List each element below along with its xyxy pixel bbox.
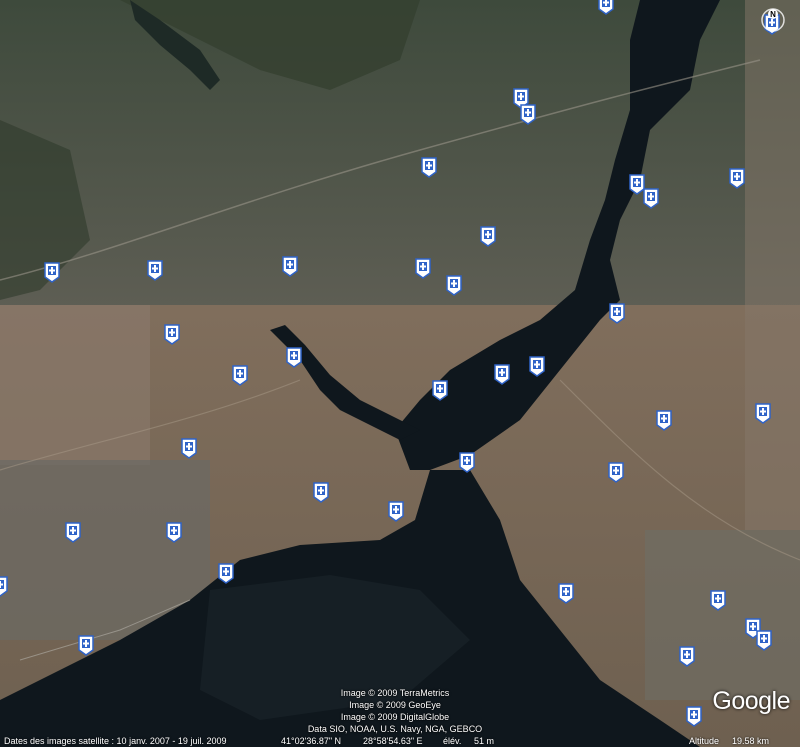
placemark-hospital[interactable]	[607, 302, 627, 324]
hospital-placemark-icon	[459, 452, 475, 473]
hospital-placemark-icon	[656, 410, 672, 431]
placemark-hospital[interactable]	[654, 409, 674, 431]
placemark-hospital[interactable]	[596, 0, 616, 15]
placemark-hospital[interactable]	[311, 481, 331, 503]
hospital-placemark-icon	[147, 260, 163, 281]
placemark-hospital[interactable]	[677, 645, 697, 667]
imagery-dates: Dates des images satellite : 10 janv. 20…	[4, 736, 227, 746]
placemark-hospital[interactable]	[444, 274, 464, 296]
hospital-placemark-icon	[609, 303, 625, 324]
placemark-hospital[interactable]	[478, 225, 498, 247]
placemark-hospital[interactable]	[284, 346, 304, 368]
hospital-placemark-icon	[181, 438, 197, 459]
placemark-hospital[interactable]	[457, 451, 477, 473]
satellite-map[interactable]: N Image © 2009 TerraMetrics Image © 2009…	[0, 0, 800, 747]
imagery-attribution: Image © 2009 TerraMetrics Image © 2009 G…	[230, 687, 560, 735]
hospital-placemark-icon	[529, 356, 545, 377]
hospital-placemark-icon	[44, 262, 60, 283]
hospital-placemark-icon	[313, 482, 329, 503]
hospital-placemark-icon	[388, 501, 404, 522]
hospital-placemark-icon	[755, 403, 771, 424]
placemark-hospital[interactable]	[145, 259, 165, 281]
hospital-placemark-icon	[686, 706, 702, 727]
north-compass-button[interactable]: N	[758, 5, 788, 35]
hospital-placemark-icon	[729, 168, 745, 189]
hospital-placemark-icon	[446, 275, 462, 296]
placemark-hospital[interactable]	[230, 364, 250, 386]
hospital-placemark-icon	[432, 380, 448, 401]
placemark-hospital[interactable]	[492, 363, 512, 385]
compass-label: N	[770, 10, 776, 19]
placemark-hospital[interactable]	[556, 582, 576, 604]
placemark-hospital[interactable]	[727, 167, 747, 189]
compass-icon: N	[761, 8, 785, 32]
hospital-placemark-icon	[494, 364, 510, 385]
attribution-line: Image © 2009 TerraMetrics	[340, 688, 450, 698]
status-bar: Dates des images satellite : 10 janv. 20…	[0, 735, 800, 747]
attribution-line: Image © 2009 GeoEye	[349, 700, 441, 710]
altitude-value: 19.58 km	[732, 736, 770, 746]
hospital-placemark-icon	[166, 522, 182, 543]
latitude-readout: 41°02'36.87" N	[281, 736, 342, 746]
hospital-placemark-icon	[598, 0, 614, 15]
placemark-hospital[interactable]	[527, 355, 547, 377]
hospital-placemark-icon	[608, 462, 624, 483]
placemark-hospital[interactable]	[606, 461, 626, 483]
hospital-placemark-icon	[520, 104, 536, 125]
placemark-hospital[interactable]	[280, 255, 300, 277]
attribution-line: Data SIO, NOAA, U.S. Navy, NGA, GEBCO	[307, 724, 483, 734]
placemark-hospital[interactable]	[0, 575, 10, 597]
elevation-value: 51 m	[474, 736, 495, 746]
hospital-placemark-icon	[558, 583, 574, 604]
placemark-hospital[interactable]	[430, 379, 450, 401]
placemark-hospital[interactable]	[162, 323, 182, 345]
hospital-placemark-icon	[710, 590, 726, 611]
hospital-placemark-icon	[282, 256, 298, 277]
google-logo: Google	[712, 687, 790, 715]
hospital-placemark-icon	[65, 522, 81, 543]
placemark-hospital[interactable]	[753, 402, 773, 424]
placemark-hospital[interactable]	[708, 589, 728, 611]
hospital-placemark-icon	[218, 563, 234, 584]
satellite-imagery	[0, 0, 800, 747]
hospital-placemark-icon	[643, 188, 659, 209]
placemark-hospital[interactable]	[518, 103, 538, 125]
hospital-placemark-icon	[0, 576, 8, 597]
hospital-placemark-icon	[286, 347, 302, 368]
hospital-placemark-icon	[78, 635, 94, 656]
placemark-hospital[interactable]	[386, 500, 406, 522]
placemark-hospital[interactable]	[216, 562, 236, 584]
hospital-placemark-icon	[421, 157, 437, 178]
hospital-placemark-icon	[756, 630, 772, 651]
placemark-hospital[interactable]	[179, 437, 199, 459]
hospital-placemark-icon	[679, 646, 695, 667]
placemark-hospital[interactable]	[419, 156, 439, 178]
placemark-hospital[interactable]	[754, 629, 774, 651]
placemark-hospital[interactable]	[413, 257, 433, 279]
hospital-placemark-icon	[164, 324, 180, 345]
longitude-readout: 28°58'54.63" E	[363, 736, 423, 746]
placemark-hospital[interactable]	[76, 634, 96, 656]
placemark-hospital[interactable]	[164, 521, 184, 543]
altitude-label: Altitude	[689, 736, 720, 746]
placemark-hospital[interactable]	[684, 705, 704, 727]
attribution-line: Image © 2009 DigitalGlobe	[340, 712, 450, 722]
placemark-hospital[interactable]	[63, 521, 83, 543]
placemark-hospital[interactable]	[42, 261, 62, 283]
hospital-placemark-icon	[480, 226, 496, 247]
hospital-placemark-icon	[415, 258, 431, 279]
elevation-label: élév.	[443, 736, 462, 746]
placemark-hospital[interactable]	[641, 187, 661, 209]
hospital-placemark-icon	[232, 365, 248, 386]
